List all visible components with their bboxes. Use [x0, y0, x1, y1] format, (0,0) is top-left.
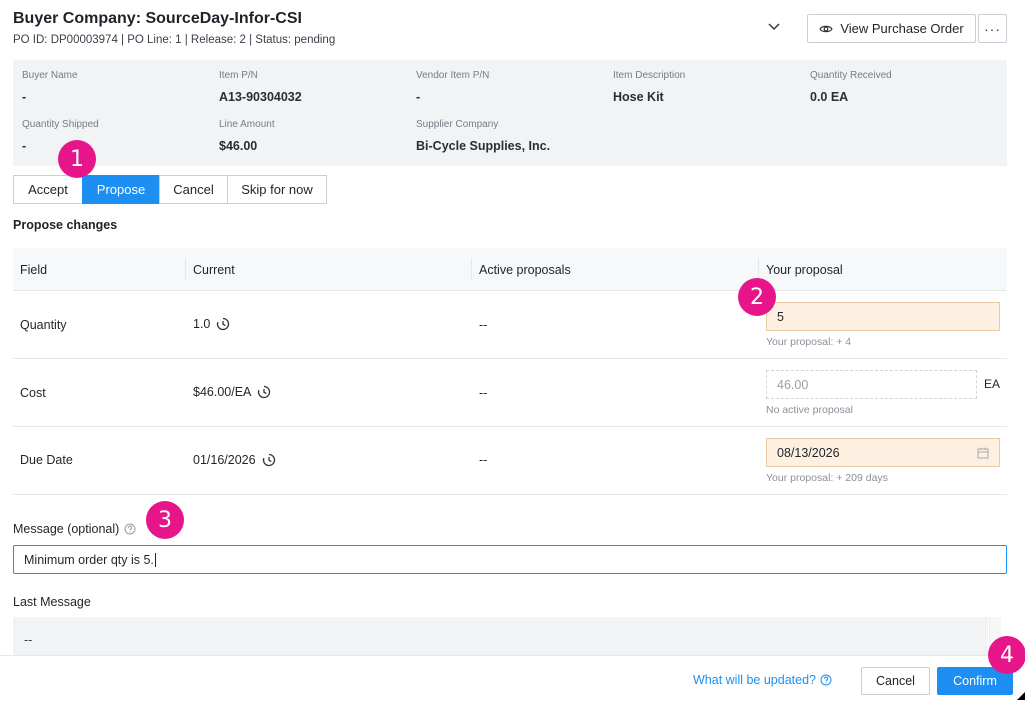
tab-skip-for-now[interactable]: Skip for now	[227, 175, 327, 204]
history-icon[interactable]	[257, 385, 271, 399]
po-subtitle: PO ID: DP00003974 | PO Line: 1 | Release…	[13, 34, 336, 46]
current-due-date-value: 01/16/2026	[193, 453, 256, 467]
field-name-quantity: Quantity	[20, 318, 67, 332]
message-label: Message (optional)	[13, 522, 136, 536]
item-pn-label: Item P/N	[219, 70, 258, 81]
current-quantity: 1.0	[193, 317, 230, 331]
column-header-your-proposal: Your proposal	[766, 263, 843, 277]
current-cost-value: $46.00/EA	[193, 385, 252, 399]
cancel-button[interactable]: Cancel	[861, 667, 930, 695]
more-options-button[interactable]: ···	[978, 14, 1007, 43]
item-description-label: Item Description	[613, 70, 686, 81]
tab-accept[interactable]: Accept	[13, 175, 82, 204]
field-name-cost: Cost	[20, 386, 46, 400]
vendor-item-pn-label: Vendor Item P/N	[416, 70, 490, 81]
due-date-proposal-input[interactable]: 08/13/2026	[766, 438, 1000, 467]
page-title: Buyer Company: SourceDay-Infor-CSI	[13, 10, 302, 27]
what-will-be-updated-text: What will be updated?	[693, 673, 816, 687]
action-tabs: Accept Propose Cancel Skip for now	[13, 175, 327, 204]
active-proposal-quantity: --	[479, 318, 488, 332]
quantity-received-label: Quantity Received	[810, 70, 892, 81]
help-circle-icon	[820, 674, 832, 686]
item-description-field: Item Description Hose Kit	[613, 70, 685, 104]
table-row: Cost $46.00/EA -- 46.00 EA No active pro…	[13, 359, 1007, 427]
po-line-info-panel: Buyer Name - Item P/N A13-90304032 Vendo…	[13, 60, 1007, 166]
quantity-shipped-label: Quantity Shipped	[22, 119, 99, 130]
quantity-proposal-hint: Your proposal: + 4	[766, 336, 852, 348]
item-pn-field: Item P/N A13-90304032	[219, 70, 302, 104]
history-icon[interactable]	[216, 317, 230, 331]
footer-bar: What will be updated? Cancel Confirm	[0, 655, 1025, 702]
active-proposal-cost: --	[479, 386, 488, 400]
field-name-due-date: Due Date	[20, 453, 73, 467]
view-purchase-order-label: View Purchase Order	[840, 21, 964, 36]
line-amount-value: $46.00	[219, 139, 258, 153]
last-message-box: --	[13, 617, 988, 657]
step-marker-4: 4	[988, 636, 1025, 674]
buyer-name-label: Buyer Name	[22, 70, 78, 81]
quantity-received-value: 0.0 EA	[810, 90, 849, 104]
tab-propose[interactable]: Propose	[82, 175, 159, 204]
eye-icon	[819, 25, 834, 32]
current-cost: $46.00/EA	[193, 385, 271, 399]
step-marker-1: 1	[58, 140, 96, 178]
proposal-table: Field Current Active proposals Your prop…	[13, 248, 1007, 495]
help-circle-icon[interactable]	[124, 523, 136, 535]
current-quantity-value: 1.0	[193, 317, 211, 331]
propose-changes-title: Propose changes	[13, 218, 118, 232]
quantity-received-field: Quantity Received 0.0 EA	[810, 70, 892, 104]
table-header: Field Current Active proposals Your prop…	[13, 248, 1007, 291]
step-marker-2: 2	[738, 278, 776, 316]
cost-proposal-input[interactable]: 46.00	[766, 370, 977, 399]
vendor-item-pn-value: -	[416, 90, 421, 104]
table-row: Quantity 1.0 -- 5 Your proposal: + 4	[13, 291, 1007, 359]
line-amount-label: Line Amount	[219, 119, 275, 130]
due-date-proposal-value: 08/13/2026	[777, 445, 840, 460]
view-purchase-order-button[interactable]: View Purchase Order	[807, 14, 976, 43]
chevron-down-icon[interactable]	[767, 22, 781, 32]
message-input[interactable]: Minimum order qty is 5.	[13, 545, 1007, 574]
history-icon[interactable]	[262, 453, 276, 467]
due-date-proposal-hint: Your proposal: + 209 days	[766, 472, 888, 484]
line-amount-field: Line Amount $46.00	[219, 119, 275, 153]
column-header-field: Field	[20, 263, 48, 277]
message-label-text: Message (optional)	[13, 522, 120, 536]
page-header: Buyer Company: SourceDay-Infor-CSI PO ID…	[13, 10, 335, 46]
quantity-proposal-input[interactable]: 5	[766, 302, 1000, 331]
cost-unit: EA	[984, 377, 1001, 391]
column-header-active-proposals: Active proposals	[479, 263, 571, 277]
supplier-company-value: Bi-Cycle Supplies, Inc.	[416, 139, 551, 153]
current-due-date: 01/16/2026	[193, 453, 276, 467]
item-pn-value: A13-90304032	[219, 90, 302, 104]
active-proposal-due-date: --	[479, 453, 488, 467]
supplier-company-field: Supplier Company Bi-Cycle Supplies, Inc.	[416, 119, 550, 153]
column-header-current: Current	[193, 263, 235, 277]
vendor-item-pn-field: Vendor Item P/N -	[416, 70, 489, 104]
tab-cancel[interactable]: Cancel	[159, 175, 227, 204]
message-input-value: Minimum order qty is 5.	[24, 552, 154, 567]
cost-proposal-hint: No active proposal	[766, 404, 853, 416]
buyer-name-value: -	[22, 90, 27, 104]
item-description-value: Hose Kit	[613, 90, 664, 104]
last-message-label: Last Message	[13, 595, 91, 609]
supplier-company-label: Supplier Company	[416, 119, 499, 130]
buyer-name-field: Buyer Name -	[22, 70, 78, 104]
table-row: Due Date 01/16/2026 -- 08/13/2026 Your p…	[13, 427, 1007, 495]
calendar-icon[interactable]	[977, 447, 989, 459]
step-marker-3: 3	[146, 501, 184, 539]
what-will-be-updated-link[interactable]: What will be updated?	[693, 673, 832, 687]
